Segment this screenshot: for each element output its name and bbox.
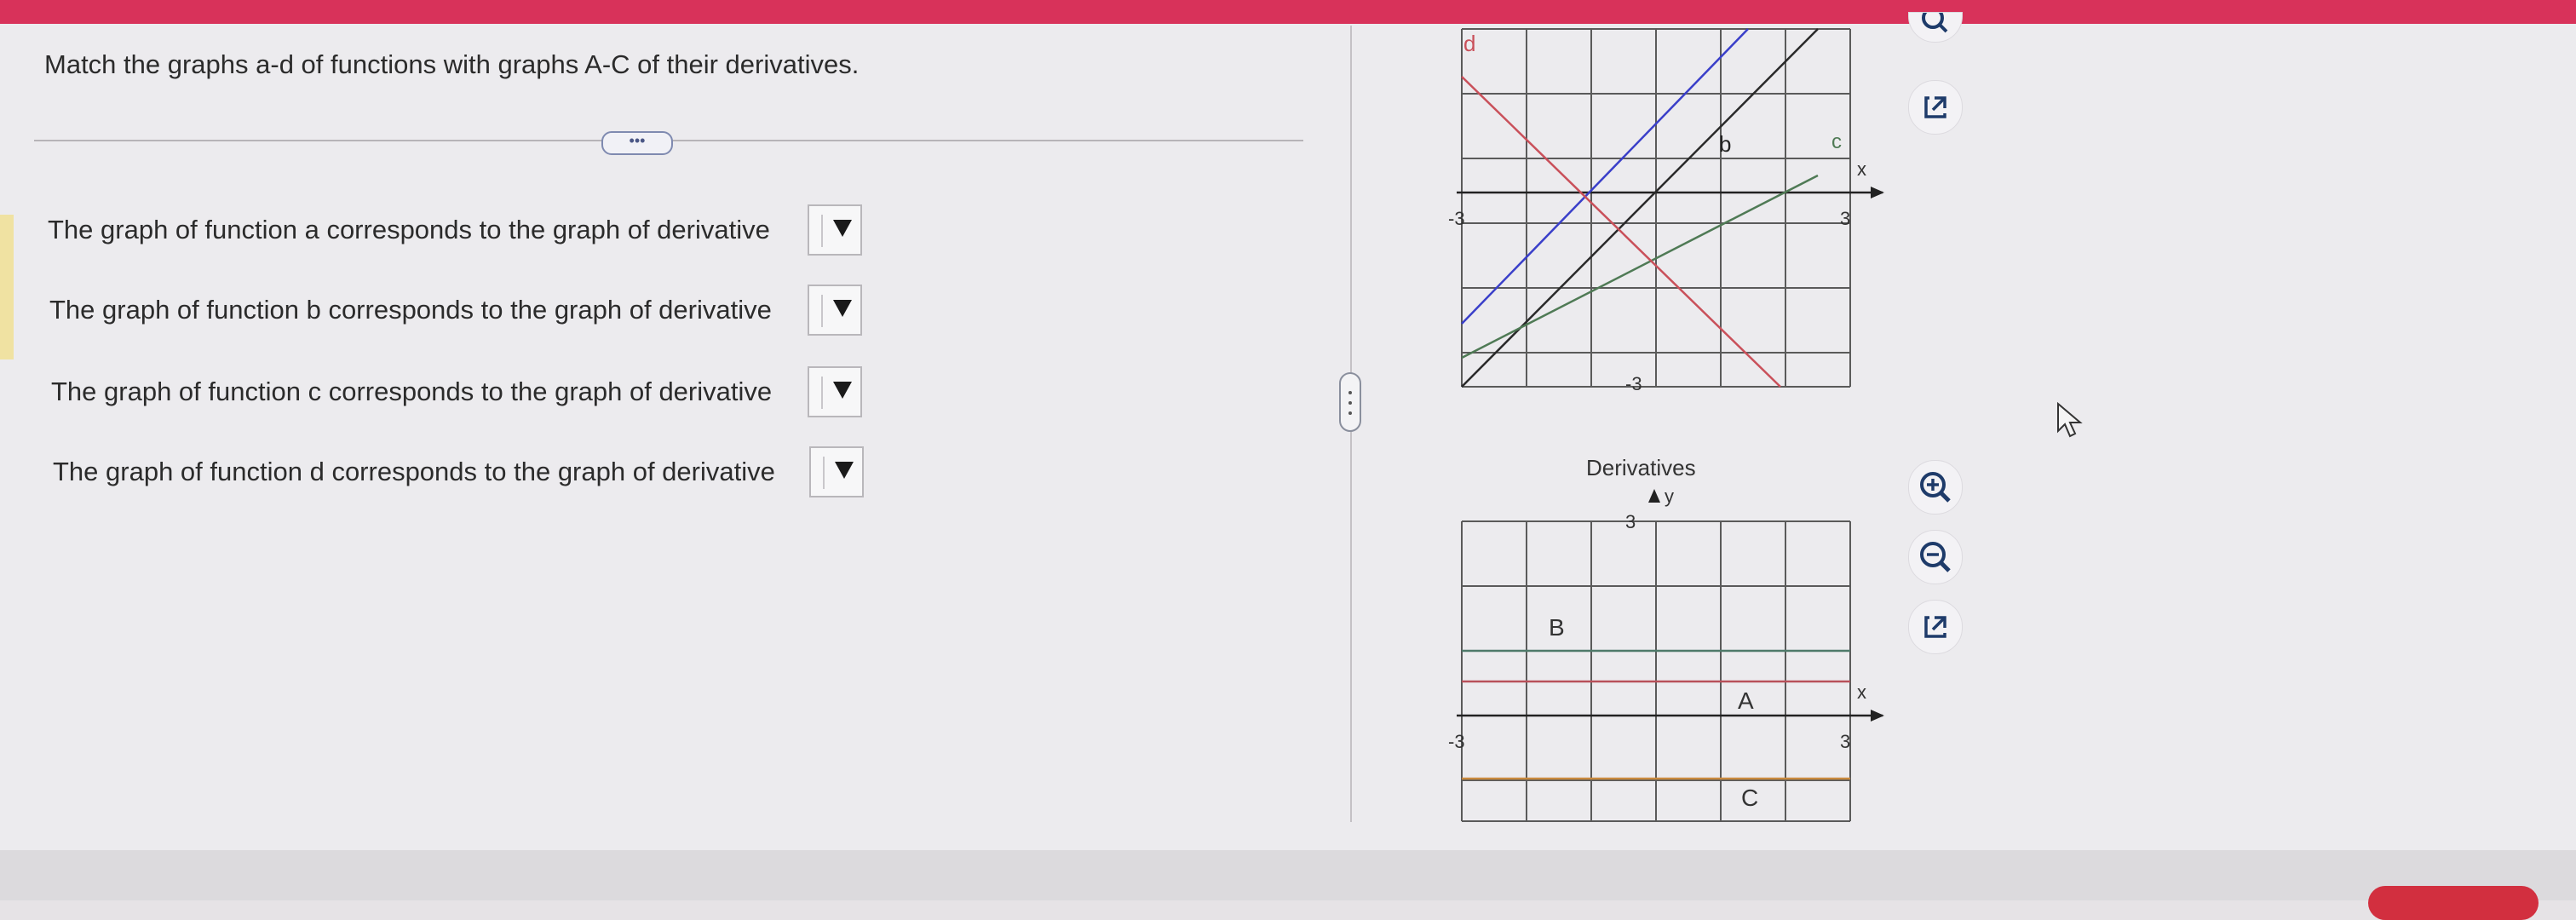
derivative-dropdown-d[interactable] xyxy=(809,446,864,497)
question-row-a: The graph of function a corresponds to t… xyxy=(48,204,865,256)
footer-bar xyxy=(0,850,2576,900)
instruction-text: Match the graphs a-d of functions with g… xyxy=(44,49,860,79)
caret-down-icon xyxy=(835,462,854,479)
derivatives-graph: B A C y 3 x -3 3 xyxy=(1448,486,1884,822)
label-C: C xyxy=(1741,785,1758,811)
derivative-dropdown-c[interactable] xyxy=(808,366,862,417)
question-label: The graph of function a corresponds to t… xyxy=(48,215,770,244)
footer-action-button[interactable] xyxy=(2368,886,2539,920)
expand-more-button[interactable]: ••• xyxy=(601,131,673,155)
label-A: A xyxy=(1738,687,1754,714)
zoom-in-icon xyxy=(1920,472,1951,503)
y-axis-label: y xyxy=(1665,486,1674,507)
derivatives-y-axis xyxy=(1648,489,1660,503)
caret-down-icon xyxy=(833,382,852,399)
zoom-in-button[interactable] xyxy=(1908,460,1963,515)
zoom-out-icon xyxy=(1922,13,1948,33)
function-line-b xyxy=(1461,28,1819,388)
derivatives-x-axis xyxy=(1457,710,1884,722)
external-link-icon xyxy=(1924,96,1946,118)
derivatives-grid xyxy=(1461,520,1851,822)
panel-resize-handle[interactable] xyxy=(1339,372,1361,432)
tick-pos-x: 3 xyxy=(1840,731,1850,752)
derivatives-title: Derivatives xyxy=(1586,455,1696,480)
dropdown-divider xyxy=(821,377,823,409)
question-label: The graph of function b corresponds to t… xyxy=(49,295,772,325)
top-bar xyxy=(0,0,2576,24)
label-B: B xyxy=(1549,614,1565,641)
derivative-dropdown-b[interactable] xyxy=(808,285,862,336)
tick-pos-x: 3 xyxy=(1840,208,1850,229)
zoom-out-icon xyxy=(1920,542,1951,572)
zoom-out-button-top[interactable] xyxy=(1908,12,1963,43)
question-row-d: The graph of function d corresponds to t… xyxy=(53,446,871,497)
dropdown-divider xyxy=(823,457,825,489)
label-b: b xyxy=(1719,131,1731,157)
question-row-c: The graph of function c corresponds to t… xyxy=(51,366,869,417)
x-axis-label: x xyxy=(1857,681,1866,703)
function-line-c xyxy=(1461,174,1819,359)
functions-x-axis xyxy=(1457,187,1884,198)
functions-graph: d b c x -3 3 -3 xyxy=(1448,28,1884,394)
label-c: c xyxy=(1831,130,1842,153)
tick-neg-x: -3 xyxy=(1448,731,1465,752)
question-row-b: The graph of function b corresponds to t… xyxy=(49,285,867,336)
function-line-a xyxy=(1461,28,1749,325)
zoom-out-button[interactable] xyxy=(1908,530,1963,584)
content-area xyxy=(0,24,2576,850)
label-d: d xyxy=(1463,31,1475,56)
functions-grid xyxy=(1461,28,1851,388)
tick-neg-x: -3 xyxy=(1448,208,1465,229)
external-link-icon xyxy=(1924,616,1946,638)
question-label: The graph of function d corresponds to t… xyxy=(53,457,775,486)
tick-pos-y: 3 xyxy=(1625,511,1636,532)
dropdown-divider xyxy=(821,295,823,327)
question-label: The graph of function c corresponds to t… xyxy=(51,377,773,406)
caret-down-icon xyxy=(833,300,852,317)
caret-down-icon xyxy=(833,220,852,237)
tick-neg-y: -3 xyxy=(1625,373,1642,394)
left-accent-bar xyxy=(0,215,14,359)
open-new-window-button-top[interactable] xyxy=(1908,80,1963,135)
mouse-cursor-icon xyxy=(2057,402,2083,438)
derivative-dropdown-a[interactable] xyxy=(808,204,862,256)
dropdown-divider xyxy=(821,215,823,247)
open-new-window-button[interactable] xyxy=(1908,600,1963,654)
x-axis-label: x xyxy=(1857,158,1866,180)
